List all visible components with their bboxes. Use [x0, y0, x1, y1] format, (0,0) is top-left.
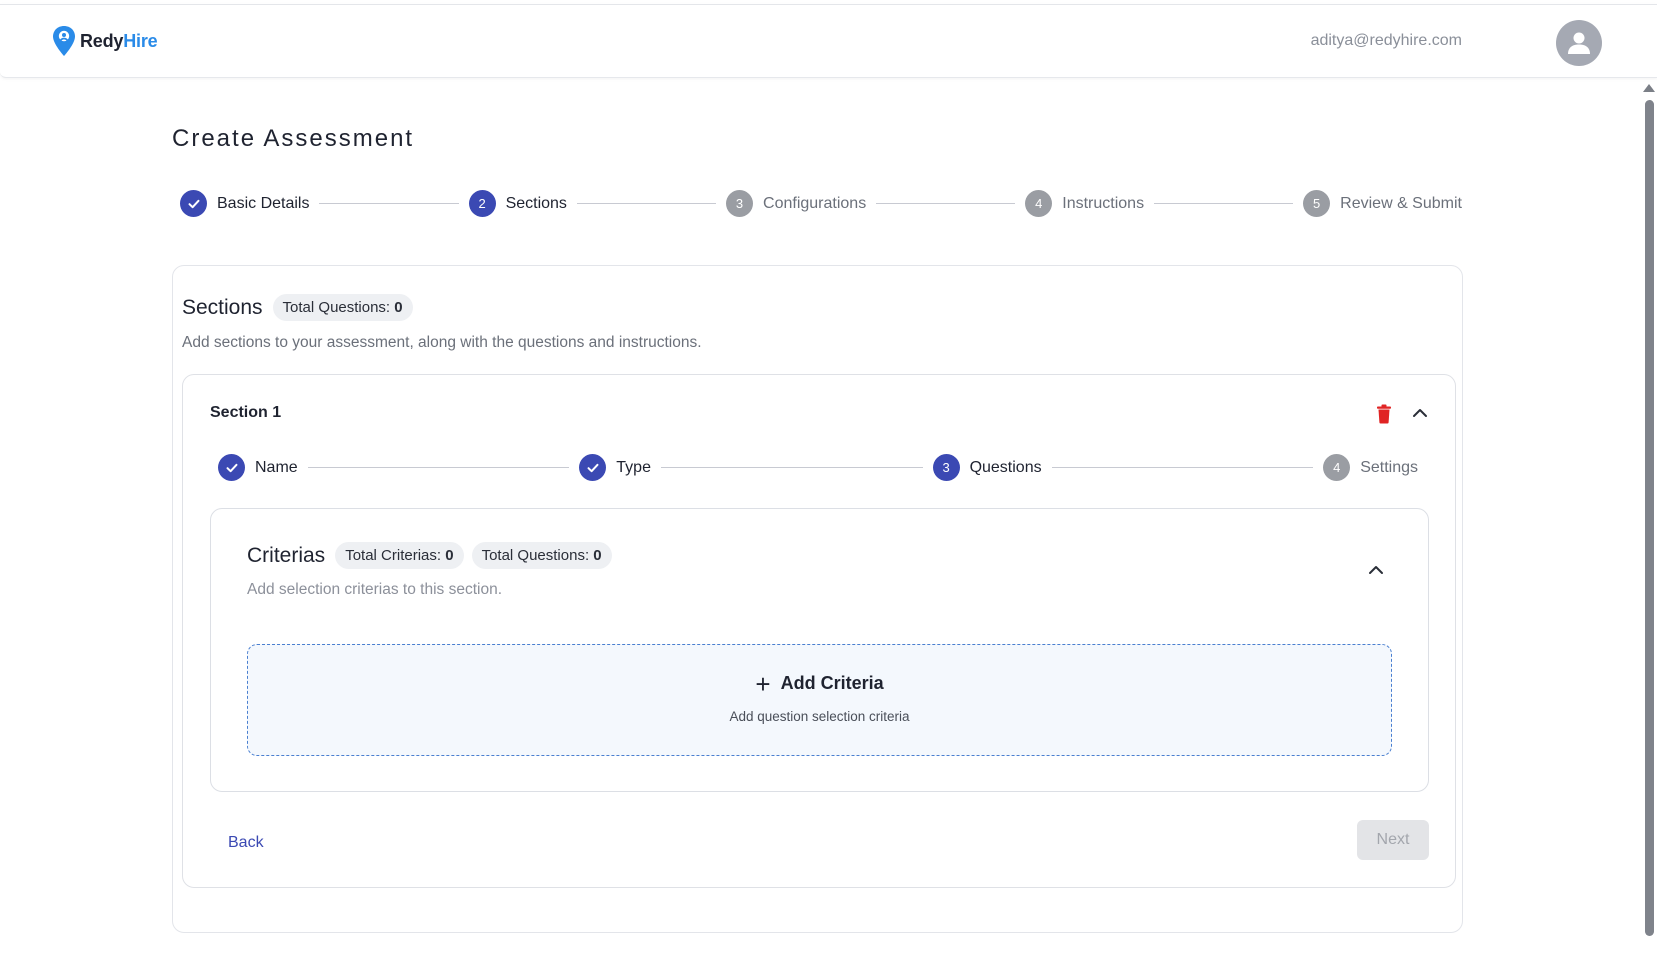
step-number: 4 — [1025, 190, 1053, 217]
brand-name: RedyHire — [80, 30, 158, 52]
badge-label: Total Criterias: — [345, 547, 442, 564]
check-icon — [180, 190, 207, 217]
step-settings[interactable]: 4 Settings — [1323, 454, 1418, 481]
location-pin-logo-icon — [53, 26, 75, 56]
brand-name-part2: Hire — [123, 30, 158, 51]
sections-header: Sections Total Questions: 0 — [182, 294, 413, 321]
brand-name-part1: Redy — [80, 30, 124, 51]
avatar[interactable] — [1556, 20, 1602, 66]
step-connector — [576, 203, 717, 204]
step-connector — [1051, 467, 1314, 468]
badge-value: 0 — [593, 547, 602, 564]
step-label: Basic Details — [217, 194, 310, 212]
criterias-title: Criterias — [247, 543, 326, 567]
step-label: Sections — [505, 194, 567, 212]
add-criteria-button[interactable]: + Add Criteria Add question selection cr… — [247, 644, 1392, 756]
badge-label: Total Questions: — [282, 299, 391, 316]
criterias-total-questions-badge: Total Questions: 0 — [471, 542, 612, 569]
step-connector — [1154, 203, 1294, 204]
criterias-header: Criterias Total Criterias: 0 Total Quest… — [247, 542, 612, 569]
trash-icon[interactable] — [1376, 404, 1392, 424]
step-number: 5 — [1303, 190, 1331, 217]
badge-value: 0 — [445, 547, 454, 564]
badge-value: 0 — [394, 299, 403, 316]
collapse-section-chevron-up-icon[interactable] — [1412, 408, 1428, 418]
check-icon — [579, 454, 607, 481]
total-criterias-badge: Total Criterias: 0 — [335, 542, 464, 569]
step-type[interactable]: Type — [579, 454, 651, 481]
add-criteria-label: Add Criteria — [780, 673, 884, 693]
add-criteria-sublabel: Add question selection criteria — [729, 709, 910, 724]
step-review-submit[interactable]: 5 Review & Submit — [1303, 190, 1462, 217]
step-label: Type — [616, 458, 651, 476]
scrollbar-thumb[interactable] — [1645, 100, 1654, 936]
step-number: 3 — [726, 190, 754, 217]
section-stepper: Name Type 3 Questions 4 Settings — [218, 454, 1418, 481]
step-connector — [319, 203, 459, 204]
sections-title: Sections — [182, 295, 263, 319]
step-connector — [876, 203, 1016, 204]
step-sections[interactable]: 2 Sections — [468, 190, 567, 217]
step-basic-details[interactable]: Basic Details — [180, 190, 309, 217]
step-name[interactable]: Name — [218, 454, 298, 481]
back-button[interactable]: Back — [220, 828, 272, 858]
user-icon — [1568, 32, 1590, 54]
step-questions[interactable]: 3 Questions — [932, 454, 1042, 481]
collapse-criterias-chevron-up-icon[interactable] — [1368, 565, 1384, 575]
plus-icon: + — [755, 668, 771, 699]
step-configurations[interactable]: 3 Configurations — [726, 190, 866, 217]
step-instructions[interactable]: 4 Instructions — [1025, 190, 1144, 217]
check-icon — [218, 454, 245, 481]
step-label: Configurations — [763, 194, 867, 212]
section-name: Section 1 — [210, 404, 282, 421]
next-button[interactable]: Next — [1357, 820, 1429, 860]
add-criteria-row: + Add Criteria — [248, 668, 1391, 699]
user-email: aditya@redyhire.com — [1310, 32, 1462, 49]
step-number: 2 — [468, 190, 496, 217]
step-label: Settings — [1360, 458, 1419, 476]
total-questions-badge: Total Questions: 0 — [272, 294, 413, 321]
step-label: Review & Submit — [1340, 194, 1462, 212]
page-title: Create Assessment — [172, 125, 415, 152]
brand-logo[interactable]: RedyHire — [52, 25, 158, 57]
scroll-up-arrow-icon[interactable] — [1643, 84, 1655, 92]
badge-label: Total Questions: — [481, 547, 590, 564]
assessment-stepper: Basic Details 2 Sections 3 Configuration… — [180, 190, 1462, 217]
criterias-subtitle: Add selection criterias to this section. — [247, 581, 503, 598]
step-label: Name — [255, 458, 298, 476]
step-number: 4 — [1323, 454, 1351, 481]
top-bar: RedyHire aditya@redyhire.com — [0, 4, 1657, 78]
sections-subtitle: Add sections to your assessment, along w… — [182, 334, 702, 351]
step-label: Questions — [969, 458, 1042, 476]
step-label: Instructions — [1062, 194, 1145, 212]
step-connector — [660, 467, 923, 468]
step-number: 3 — [932, 454, 960, 481]
step-connector — [307, 467, 570, 468]
